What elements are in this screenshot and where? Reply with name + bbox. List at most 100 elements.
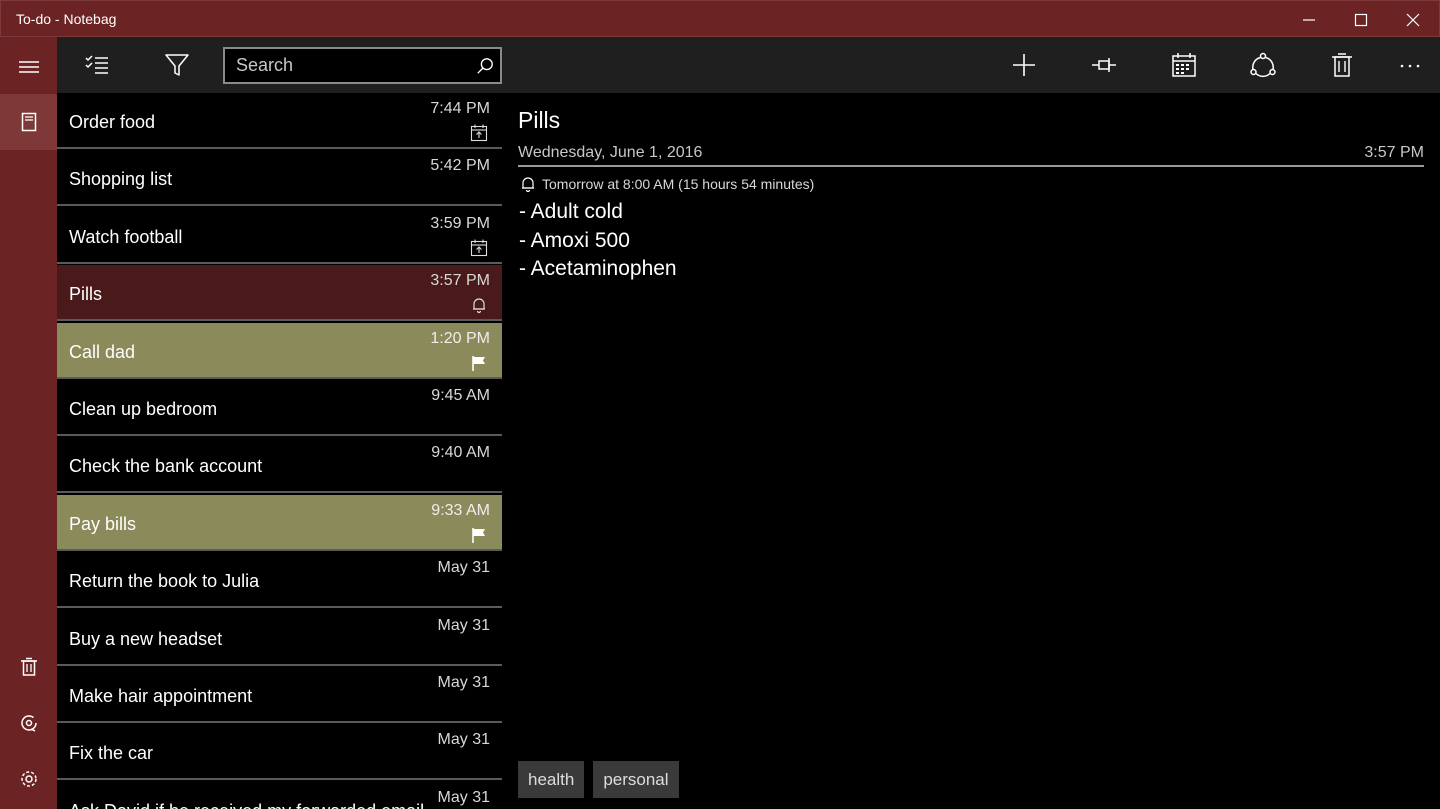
more-icon — [1400, 64, 1420, 68]
select-mode-button[interactable] — [69, 37, 125, 93]
note-item-title: Fix the car — [69, 743, 154, 764]
note-list: Order food 7:44 PM Shopping list 5:42 PM Wat… — [57, 93, 502, 809]
note-item-time: 3:59 PM — [430, 214, 490, 232]
note-detail: Pills Wednesday, June 1, 2016 3:57 PM To… — [502, 93, 1440, 809]
hamburger-menu-button[interactable] — [0, 39, 57, 95]
note-item-time: 3:57 PM — [430, 272, 490, 290]
add-note-button[interactable] — [996, 37, 1052, 93]
trash-icon — [1332, 53, 1352, 77]
sync-icon — [20, 715, 37, 732]
toolbar — [57, 37, 1440, 93]
flag-icon — [470, 526, 488, 544]
settings-button[interactable] — [0, 751, 57, 807]
checklist-icon — [85, 55, 108, 74]
note-item-title: Pills — [69, 284, 103, 305]
note-item-time: 5:42 PM — [430, 157, 490, 175]
note-item-title: Call dad — [69, 341, 136, 362]
calendar-button[interactable] — [1156, 37, 1212, 93]
note-list-item[interactable]: Shopping list 5:42 PM — [57, 150, 502, 207]
note-item-title: Order food — [69, 112, 156, 132]
note-list-item[interactable]: Watch football 3:59 PM — [57, 207, 502, 264]
minimize-icon — [1303, 18, 1315, 21]
pin-icon — [1092, 58, 1116, 72]
note-item-time: May 31 — [437, 559, 490, 577]
note-item-time: 9:33 AM — [431, 501, 490, 519]
bell-icon — [470, 296, 488, 314]
note-item-time: 1:20 PM — [430, 329, 490, 347]
calendar-icon — [470, 239, 488, 257]
tag-chip[interactable]: health — [518, 761, 585, 798]
share-icon — [1250, 52, 1276, 78]
note-body-line: - Acetaminophen — [519, 257, 677, 280]
hamburger-icon — [18, 61, 39, 73]
sync-rail-button[interactable] — [0, 695, 57, 751]
note-list-item[interactable]: Check the bank account 9:40 AM — [57, 437, 502, 494]
search-input[interactable] — [225, 49, 470, 82]
note-item-title: Buy a new headset — [69, 628, 223, 649]
note-list-item[interactable]: Return the book to Julia May 31 — [57, 552, 502, 609]
note-item-title: Pay bills — [69, 513, 137, 534]
note-list-item[interactable]: Clean up bedroom 9:45 AM — [57, 380, 502, 436]
more-button[interactable] — [1382, 37, 1438, 93]
search-icon[interactable] — [470, 57, 500, 75]
note-item-title: Check the bank account — [69, 456, 263, 477]
maximize-icon — [1354, 13, 1368, 26]
left-rail — [0, 37, 57, 809]
trash-rail-button[interactable] — [0, 639, 57, 695]
note-item-title: Make hair appointment — [69, 686, 253, 706]
calendar-icon — [1172, 53, 1196, 77]
note-item-title: Clean up bedroom — [69, 399, 218, 419]
maximize-button[interactable] — [1335, 1, 1387, 38]
note-timestamp: 3:57 PM — [1364, 144, 1424, 161]
note-list-item[interactable]: Fix the car May 31 — [57, 724, 502, 781]
note-body-line: - Amoxi 500 — [519, 228, 630, 252]
reminder-line[interactable]: Tomorrow at 8:00 AM (15 hours 54 minutes… — [520, 176, 814, 192]
divider — [518, 165, 1424, 167]
note-list-item[interactable]: Buy a new headset May 31 — [57, 609, 502, 666]
pin-button[interactable] — [1076, 37, 1132, 93]
minimize-button[interactable] — [1283, 1, 1335, 38]
search-box[interactable] — [223, 47, 502, 84]
note-list-item[interactable]: Order food 7:44 PM — [57, 93, 502, 149]
plus-icon — [1013, 54, 1035, 76]
note-item-title: Shopping list — [69, 169, 173, 190]
note-item-time: 9:40 AM — [431, 444, 490, 462]
note-item-time: 7:44 PM — [430, 100, 490, 117]
note-item-time: May 31 — [437, 788, 490, 806]
note-item-time: 9:45 AM — [431, 387, 490, 404]
note-body-line: - Adult cold — [519, 200, 623, 223]
title-bar: To-do - Notebag — [0, 0, 1440, 37]
note-date: Wednesday, June 1, 2016 — [518, 144, 703, 161]
notebook-button[interactable] — [0, 94, 57, 150]
window-title: To-do - Notebag — [16, 10, 117, 27]
note-item-time: May 31 — [437, 616, 490, 634]
window-controls — [1283, 1, 1439, 38]
tag-chip[interactable]: personal — [593, 761, 679, 798]
note-item-title: Ask David if he received my forwarded em… — [69, 801, 424, 809]
note-body[interactable]: - Adult cold - Amoxi 500 - Acetaminophen — [519, 198, 677, 284]
filter-icon — [165, 54, 189, 76]
note-list-item[interactable]: Pills 3:57 PM — [57, 265, 502, 322]
close-icon — [1406, 13, 1420, 26]
share-button[interactable] — [1235, 37, 1291, 93]
notebook-icon — [21, 112, 36, 132]
note-title[interactable]: Pills — [518, 107, 560, 134]
tag-list: health personal — [518, 761, 679, 798]
note-item-time: May 31 — [437, 731, 490, 749]
note-item-title: Watch football — [69, 226, 183, 247]
reminder-text: Tomorrow at 8:00 AM (15 hours 54 minutes… — [542, 176, 815, 192]
gear-icon — [20, 771, 37, 787]
close-button[interactable] — [1387, 1, 1439, 38]
flag-icon — [470, 354, 488, 372]
note-list-item[interactable]: Make hair appointment May 31 — [57, 667, 502, 723]
trash-icon — [20, 657, 37, 676]
bell-icon — [522, 177, 534, 192]
filter-button[interactable] — [149, 37, 205, 93]
note-list-item[interactable]: Ask David if he received my forwarded em… — [57, 781, 502, 809]
note-item-time: May 31 — [437, 674, 490, 691]
note-list-item[interactable]: Call dad 1:20 PM — [57, 322, 502, 379]
delete-button[interactable] — [1314, 37, 1370, 93]
calendar-icon — [470, 124, 488, 142]
note-list-item[interactable]: Pay bills 9:33 AM — [57, 494, 502, 551]
note-item-title: Return the book to Julia — [69, 571, 260, 592]
